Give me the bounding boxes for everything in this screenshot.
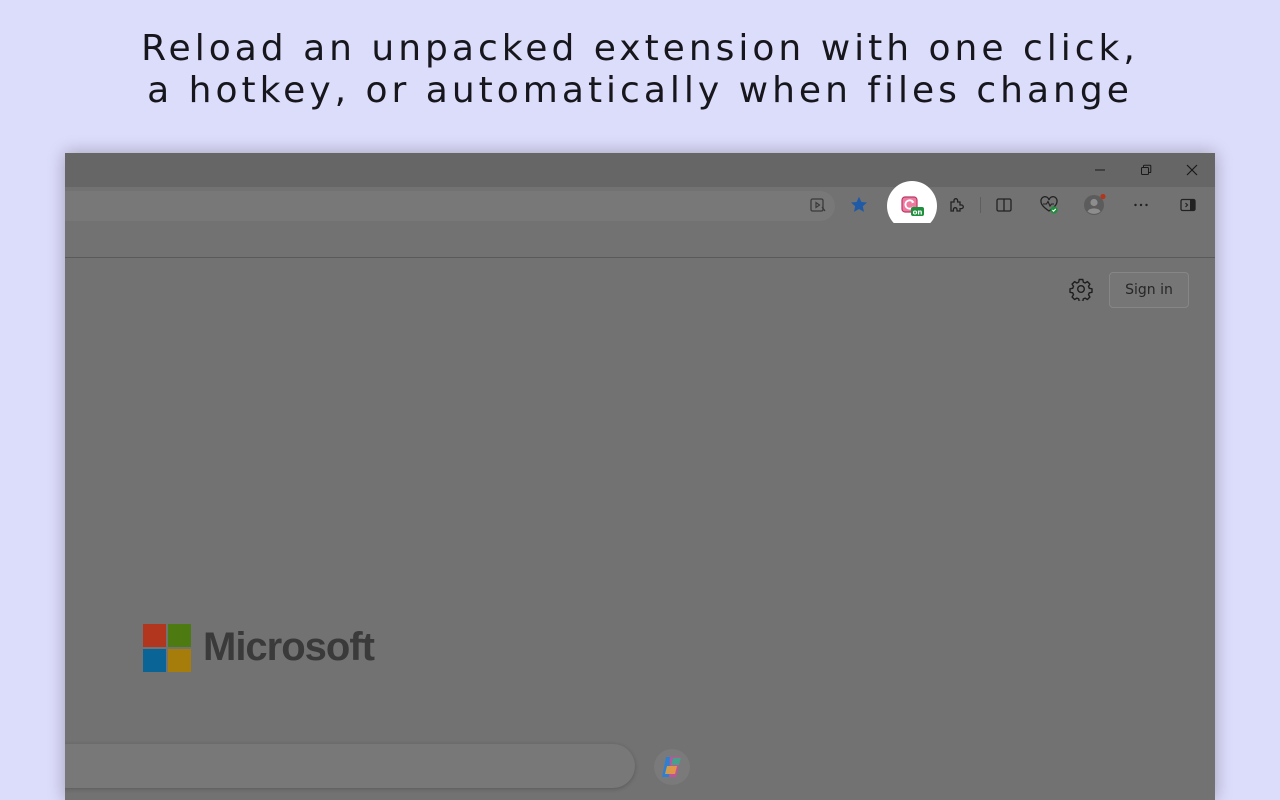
extensions-button[interactable] bbox=[944, 193, 968, 217]
favorite-star-icon bbox=[851, 196, 867, 212]
sidebar-toggle-button[interactable] bbox=[1176, 193, 1200, 217]
toolbar-separator bbox=[980, 197, 981, 213]
browser-window: on Sign in Microsoft bbox=[65, 153, 1215, 800]
browser-toolbar: on bbox=[65, 181, 1215, 231]
restore-icon bbox=[1141, 164, 1152, 175]
copilot-icon bbox=[662, 757, 681, 777]
profile-avatar-icon bbox=[1084, 193, 1106, 215]
extensions-puzzle-icon bbox=[950, 198, 964, 212]
minimize-button[interactable] bbox=[1077, 153, 1123, 187]
browser-essentials-button[interactable] bbox=[1037, 193, 1061, 217]
split-screen-button[interactable] bbox=[992, 193, 1016, 217]
favorite-button[interactable] bbox=[847, 193, 871, 217]
web-search-box[interactable] bbox=[65, 744, 635, 788]
favorites-bar bbox=[65, 223, 1215, 258]
microsoft-logo-icon bbox=[143, 624, 191, 672]
copilot-button[interactable] bbox=[654, 749, 690, 785]
browser-essentials-icon bbox=[1040, 196, 1058, 214]
minimize-icon bbox=[1095, 169, 1105, 171]
sidebar-toggle-icon bbox=[1180, 198, 1196, 212]
headline-line-1: Reload an unpacked extension with one cl… bbox=[141, 28, 1139, 69]
sign-in-button[interactable]: Sign in bbox=[1109, 272, 1189, 308]
close-icon bbox=[1186, 164, 1198, 176]
settings-gear-icon[interactable] bbox=[1069, 277, 1093, 301]
title-bar bbox=[65, 153, 1215, 187]
close-button[interactable] bbox=[1169, 153, 1215, 187]
restore-button[interactable] bbox=[1123, 153, 1169, 187]
extension-reloader-icon: on bbox=[901, 196, 924, 216]
read-aloud-button[interactable] bbox=[806, 193, 830, 217]
more-options-button[interactable] bbox=[1129, 193, 1153, 217]
split-screen-icon bbox=[996, 198, 1012, 212]
address-bar[interactable] bbox=[65, 191, 835, 221]
profile-button[interactable] bbox=[1083, 193, 1107, 217]
read-aloud-icon bbox=[810, 198, 826, 212]
more-options-icon bbox=[1134, 203, 1148, 207]
promo-headline: Reload an unpacked extension with one cl… bbox=[0, 28, 1280, 112]
headline-line-2: a hotkey, or automatically when files ch… bbox=[147, 70, 1133, 111]
microsoft-wordmark: Microsoft bbox=[203, 625, 375, 669]
new-tab-page bbox=[65, 258, 1215, 800]
extension-badge: on bbox=[913, 208, 923, 216]
